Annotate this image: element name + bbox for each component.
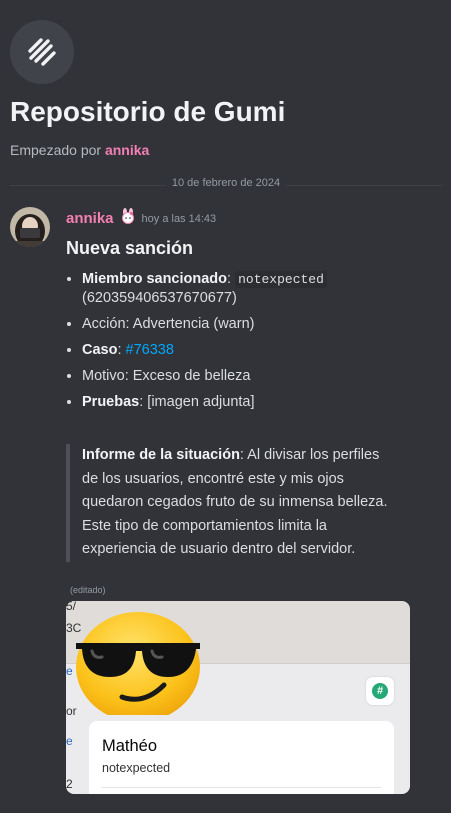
sanction-list: Miembro sancionado: notexpected (62035940… <box>66 270 382 419</box>
message-header: annika hoy a las 14:43 <box>66 208 216 229</box>
list-item: Caso: #76338 <box>82 341 382 360</box>
item-sep: : <box>117 342 126 358</box>
edited-label: (editado) <box>70 585 106 595</box>
inline-code: notexpected <box>235 271 327 288</box>
profile-card: Mathéo notexpected <box>89 721 394 794</box>
started-author[interactable]: annika <box>105 142 149 158</box>
date-divider: 10 de febrero de 2024 <box>10 177 442 193</box>
profile-display-name: Mathéo <box>102 737 158 755</box>
message-timestamp: hoy a las 14:43 <box>141 212 217 225</box>
image-attachment[interactable]: 5/ 3C e or e 2 # Mathéo notexpected <box>66 601 410 794</box>
item-label: Caso <box>82 342 118 358</box>
item-text: Acción: Advertencia (warn) <box>82 316 255 332</box>
message-author[interactable]: annika <box>66 210 114 227</box>
quote-label: Informe de la situación <box>82 447 240 463</box>
started-prefix: Empezado por <box>10 142 105 158</box>
item-sep: : <box>227 271 232 287</box>
ghost-text: 2 <box>66 777 73 791</box>
bunny-badge-icon <box>120 208 136 229</box>
item-label: Miembro sancionado <box>82 271 228 287</box>
item-label: Pruebas <box>82 394 140 410</box>
list-item: Motivo: Exceso de belleza <box>82 367 382 386</box>
thread-title: Repositorio de Gumi <box>10 96 286 127</box>
author-avatar[interactable] <box>10 207 50 247</box>
channel-hash-button[interactable]: # <box>366 677 394 705</box>
message-heading: Nueva sanción <box>66 238 194 258</box>
sunglasses-emoji-icon <box>76 612 200 715</box>
ghost-text: e <box>66 734 73 748</box>
list-item: Pruebas: [imagen adjunta] <box>82 393 382 412</box>
item-text: Motivo: Exceso de belleza <box>82 368 251 384</box>
item-extra: (620359406537670677) <box>82 290 237 306</box>
profile-username: notexpected <box>102 761 171 775</box>
thread-started-by: Empezado por annika <box>10 142 149 158</box>
item-text: [imagen adjunta] <box>147 394 255 410</box>
case-link[interactable]: #76338 <box>126 342 174 358</box>
situation-report-quote: Informe de la situación: Al divisar los … <box>66 444 392 562</box>
quote-text: : Al divisar los perfiles de los usuario… <box>82 447 388 557</box>
list-item: Acción: Advertencia (warn) <box>82 315 382 334</box>
thread-icon <box>10 20 74 84</box>
list-item: Miembro sancionado: notexpected (62035940… <box>82 270 382 308</box>
hash-icon: # <box>372 683 388 699</box>
date-divider-label: 10 de febrero de 2024 <box>165 177 287 189</box>
